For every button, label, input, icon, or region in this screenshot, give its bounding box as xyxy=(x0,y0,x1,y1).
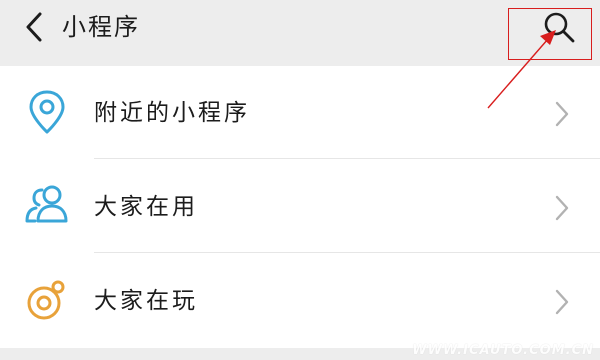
list-item-label: 附近的小程序 xyxy=(94,100,250,126)
chevron-right-icon xyxy=(555,289,569,315)
chevron-right-icon xyxy=(555,101,569,127)
watermark: WWW.ICAUTO.COM.CN xyxy=(412,343,594,358)
list-item-popular-played[interactable]: 大家在玩 xyxy=(0,254,600,346)
top-bar: 小程序 xyxy=(0,0,600,66)
divider xyxy=(94,252,600,253)
list-item-label: 大家在玩 xyxy=(94,288,198,314)
divider xyxy=(94,158,600,159)
list-item-popular-used[interactable]: 大家在用 xyxy=(0,160,600,252)
back-button[interactable] xyxy=(20,9,50,45)
search-button[interactable] xyxy=(540,8,578,46)
mini-program-list: 附近的小程序 大家在用 大家在玩 xyxy=(0,66,600,348)
chevron-left-icon xyxy=(26,12,42,42)
list-item-label: 大家在用 xyxy=(94,194,198,220)
people-icon xyxy=(25,185,68,223)
game-icon xyxy=(27,280,65,320)
chevron-right-icon xyxy=(555,195,569,221)
search-icon xyxy=(544,12,575,43)
location-pin-icon xyxy=(29,90,65,134)
page-title: 小程序 xyxy=(62,13,140,41)
list-item-nearby[interactable]: 附近的小程序 xyxy=(0,66,600,158)
